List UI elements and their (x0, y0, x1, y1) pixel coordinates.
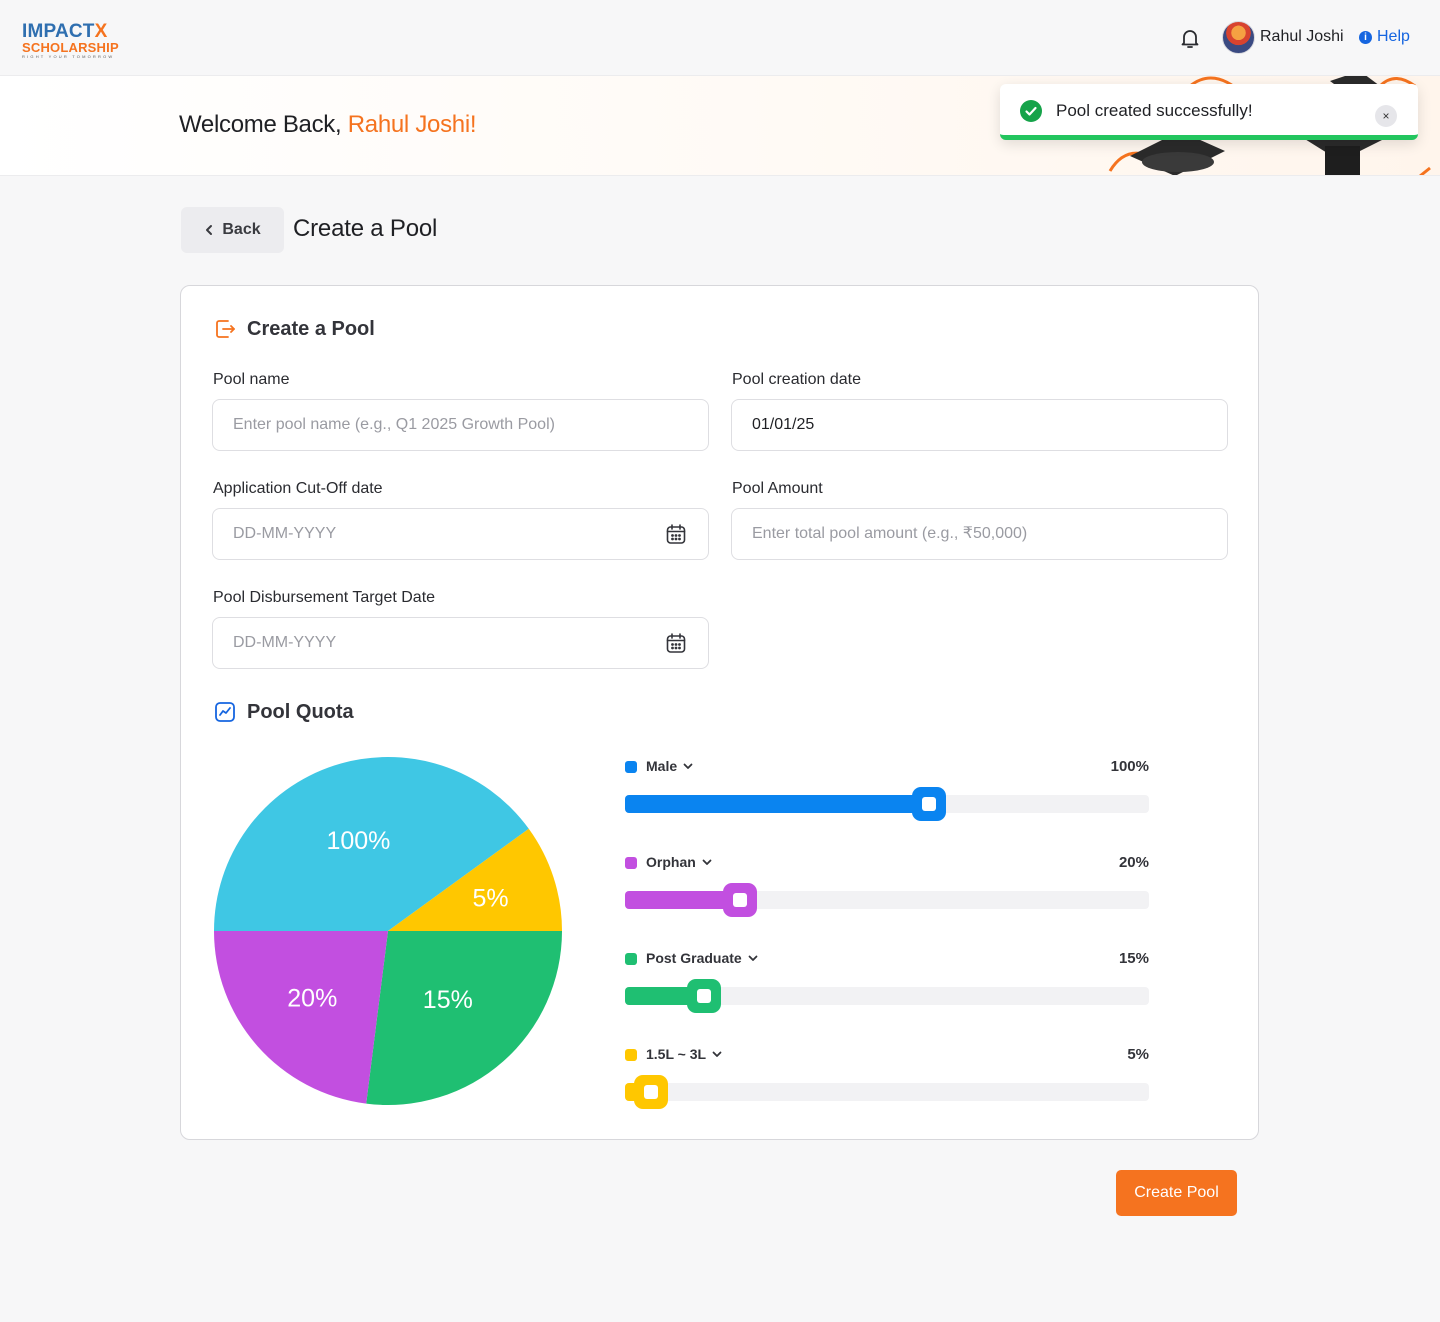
chevron-down-icon (712, 1051, 722, 1057)
pie-slice-label: 20% (287, 985, 337, 1013)
quota-slider-row: Male 100% (625, 758, 1149, 821)
quota-slider-handle[interactable] (686, 979, 721, 1013)
disbursement-date-input[interactable] (212, 617, 709, 669)
chevron-left-icon (206, 225, 213, 235)
legend-swatch (625, 857, 637, 869)
pool-creation-date-label: Pool creation date (732, 371, 861, 388)
legend-swatch (625, 761, 637, 773)
quota-slider-row: 1.5L ~ 3L 5% (625, 1046, 1149, 1109)
quota-category-label: Male (646, 758, 678, 774)
user-name[interactable]: Rahul Joshi (1260, 28, 1344, 46)
create-pool-button[interactable]: Create Pool (1116, 1170, 1237, 1216)
check-circle-icon (1020, 100, 1042, 122)
pool-name-label: Pool name (213, 371, 290, 388)
pool-quota-pie-chart: 100% 5% 15% 20% (214, 757, 562, 1105)
pool-quota-section-label: Pool Quota (247, 700, 354, 723)
page-title: Create a Pool (293, 215, 438, 242)
quota-slider-handle[interactable] (911, 787, 946, 821)
chevron-down-icon (748, 955, 758, 961)
quota-slider-handle[interactable] (723, 883, 758, 917)
chevron-down-icon (683, 763, 693, 769)
quota-percentage: 5% (1127, 1046, 1149, 1063)
welcome-heading: Welcome Back, Rahul Joshi! (179, 111, 477, 139)
chevron-down-icon (702, 859, 712, 865)
pool-name-input[interactable] (212, 399, 709, 451)
create-pool-section-label: Create a Pool (247, 317, 375, 340)
cutoff-date-label: Application Cut-Off date (213, 480, 383, 497)
pie-slice-label: 100% (326, 827, 390, 855)
cutoff-date-input[interactable] (212, 508, 709, 560)
top-navbar: IMPACTX SCHOLARSHIP RIGHT YOUR TOMORROW … (0, 0, 1440, 76)
quota-slider-row: Orphan 20% (625, 854, 1149, 917)
success-toast: Pool created successfully! × (1000, 84, 1418, 140)
impact-scholarship-logo[interactable]: IMPACTX SCHOLARSHIP RIGHT YOUR TOMORROW (22, 21, 122, 59)
close-icon[interactable]: × (1375, 105, 1397, 127)
calendar-icon[interactable] (665, 523, 687, 545)
pool-export-icon (216, 320, 235, 338)
quota-category-dropdown[interactable]: 1.5L ~ 3L (646, 1046, 722, 1062)
avatar[interactable] (1222, 21, 1255, 54)
quota-slider-track[interactable] (625, 1075, 1149, 1109)
pie-slice-label: 15% (423, 986, 473, 1014)
quota-percentage: 20% (1118, 854, 1149, 871)
disbursement-date-label: Pool Disbursement Target Date (213, 589, 436, 606)
quota-category-dropdown[interactable]: Male (646, 758, 693, 774)
quota-category-label: Orphan (646, 854, 696, 870)
logo-text-x: X (94, 21, 108, 42)
pool-quota-section-title: Pool Quota (213, 700, 354, 724)
pool-amount-input[interactable] (731, 508, 1228, 560)
help-label: Help (1377, 28, 1410, 45)
create-pool-card: Create a Pool Pool name Pool creation da… (180, 285, 1259, 1140)
quota-slider-track[interactable] (625, 979, 1149, 1013)
pie-slice (214, 931, 388, 1104)
quota-slider-row: Post Graduate 15% (625, 950, 1149, 1013)
quota-category-label: 1.5L ~ 3L (646, 1046, 707, 1062)
welcome-user-name: Rahul Joshi! (347, 111, 477, 138)
pool-creation-date-input[interactable] (731, 399, 1228, 451)
quota-slider-fill (625, 795, 929, 813)
quota-slider-handle[interactable] (634, 1075, 669, 1109)
help-link[interactable]: i Help (1359, 28, 1410, 46)
calendar-icon[interactable] (665, 632, 687, 654)
bell-icon[interactable] (1178, 26, 1202, 50)
legend-swatch (625, 953, 637, 965)
logo-tagline: RIGHT YOUR TOMORROW (22, 54, 115, 59)
pool-amount-label: Pool Amount (732, 480, 823, 497)
toast-message: Pool created successfully! (1056, 101, 1253, 120)
create-pool-section-title: Create a Pool (213, 317, 375, 341)
quota-slider-track[interactable] (625, 787, 1149, 821)
quota-percentage: 100% (1110, 758, 1149, 775)
pie-slice (366, 931, 562, 1105)
pie-slice-label: 5% (473, 885, 509, 913)
trend-chart-icon (215, 702, 235, 722)
quota-category-dropdown[interactable]: Orphan (646, 854, 712, 870)
legend-swatch (625, 1049, 637, 1061)
logo-text-scholarship: SCHOLARSHIP (22, 40, 119, 55)
logo-text-impact: IMPACT (22, 21, 95, 42)
quota-slider-track[interactable] (625, 883, 1149, 917)
welcome-greeting: Welcome Back, (179, 111, 348, 138)
quota-category-dropdown[interactable]: Post Graduate (646, 950, 758, 966)
quota-percentage: 15% (1118, 950, 1149, 967)
quota-category-label: Post Graduate (646, 950, 742, 966)
back-label: Back (222, 221, 261, 238)
info-icon: i (1359, 30, 1372, 44)
back-button[interactable]: Back (181, 207, 284, 253)
